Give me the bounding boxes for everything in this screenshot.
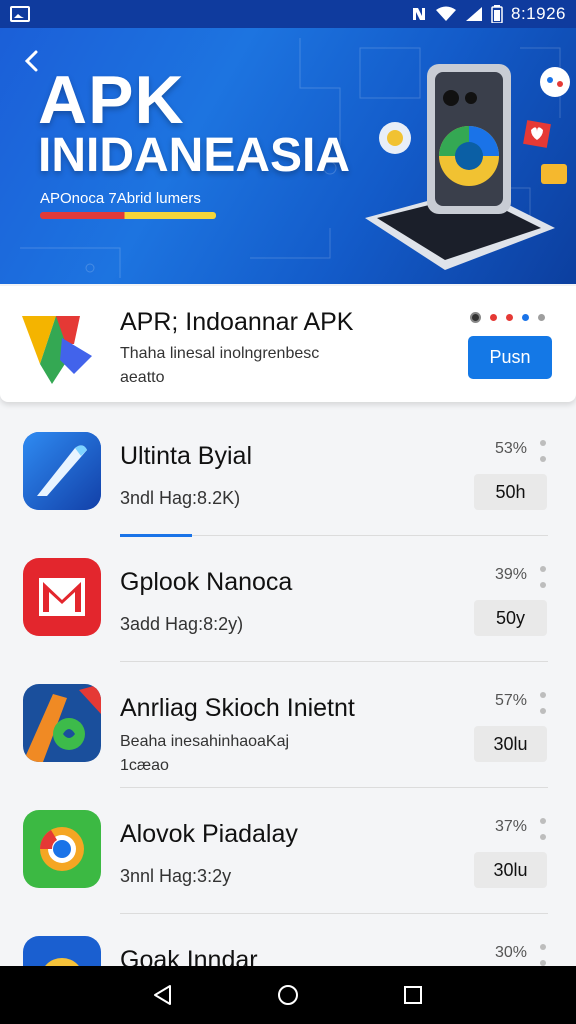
battery-icon: [491, 5, 503, 23]
list-item[interactable]: Ultinta Byial 3ndl Hag:8.2K) 53% 50h: [0, 410, 576, 537]
nav-recents-button[interactable]: [393, 975, 433, 1015]
size-button[interactable]: 50y: [474, 600, 547, 636]
carousel-dot[interactable]: [538, 314, 545, 321]
size-button[interactable]: 30lu: [474, 726, 547, 762]
list-item[interactable]: Alovok Piadalay 3nnl Hag:3:2y 37% 30lu: [0, 788, 576, 914]
hero-banner: APK INIDANEASIA APOnoca 7Abrid lumers: [0, 28, 576, 284]
nav-back-button[interactable]: [143, 975, 183, 1015]
featured-description: Thaha linesal inolngrenbesc aeatto: [120, 342, 350, 390]
app-meta: 3nnl Hag:3:2y: [120, 866, 232, 886]
carousel-dot[interactable]: [522, 314, 529, 321]
nfc-icon: [413, 8, 425, 20]
featured-title: APR; Indoannar APK: [120, 308, 354, 336]
nav-home-button[interactable]: [268, 975, 308, 1015]
app-meta: 3ndl Hag:8.2K): [120, 488, 241, 508]
app-name: Anrliag Skioch Inietnt: [120, 694, 355, 722]
apk-logo-icon: [22, 316, 92, 384]
featured-description-line1: Thaha linesal inolngrenbesc: [120, 345, 320, 362]
featured-description-line2: aeatto: [120, 369, 165, 386]
more-options-icon[interactable]: [538, 692, 548, 714]
more-options-icon[interactable]: [538, 818, 548, 840]
back-triangle-icon: [153, 985, 171, 1005]
carousel-dots[interactable]: [470, 312, 545, 323]
art-brush-icon: [23, 684, 101, 762]
app-percent: 57%: [495, 692, 528, 709]
hero-title-line2: INIDANEASIA: [38, 129, 351, 182]
hero-subtitle: APOnoca 7Abrid lumers: [40, 190, 201, 207]
navigation-bar: [0, 966, 576, 1024]
recents-square-icon: [404, 986, 423, 1004]
chrome-like-icon: [23, 810, 101, 888]
wifi-icon: [436, 6, 456, 21]
home-circle-icon: [277, 985, 298, 1005]
mail-logo-icon: [23, 558, 101, 636]
app-meta: Beaha inesahinhaoaKaj 1cæao: [120, 730, 289, 778]
more-options-icon[interactable]: [538, 440, 548, 462]
carousel-dot[interactable]: [490, 314, 497, 321]
pen-stylus-icon: [23, 432, 101, 510]
app-name: Gplook Nanoca: [120, 568, 293, 596]
list-item[interactable]: Anrliag Skioch Inietnt Beaha inesahinhao…: [0, 662, 576, 788]
carousel-dot[interactable]: [506, 314, 513, 321]
featured-app-card[interactable]: APR; Indoannar APK Thaha linesal inolngr…: [0, 286, 576, 402]
more-options-icon[interactable]: [538, 944, 548, 966]
app-percent: 39%: [495, 566, 528, 583]
app-meta: 3add Hag:8:2y): [120, 614, 244, 634]
app-percent: 30%: [495, 944, 528, 961]
status-bar: 8:1926: [0, 0, 576, 28]
app-percent: 37%: [495, 818, 528, 835]
size-button[interactable]: 50h: [474, 474, 547, 510]
app-name: Alovok Piadalay: [120, 820, 298, 848]
hero-title: APK: [38, 62, 185, 138]
app-name: Ultinta Byial: [120, 442, 252, 470]
list-item[interactable]: Gplook Nanoca 3add Hag:8:2y) 39% 50y: [0, 536, 576, 662]
clock: 8:1926: [511, 4, 566, 23]
push-button[interactable]: Pusn: [468, 336, 552, 379]
app-meta-line2: 1cæao: [120, 757, 169, 774]
signal-icon: [466, 7, 482, 21]
size-button[interactable]: 30lu: [474, 852, 547, 888]
phone-illustration-icon: [365, 64, 570, 270]
hero-accent-bar: [40, 212, 216, 219]
more-options-icon[interactable]: [538, 566, 548, 588]
carousel-dot-active[interactable]: [470, 312, 481, 323]
app-percent: 53%: [495, 440, 528, 457]
app-meta-line1: Beaha inesahinhaoaKaj: [120, 733, 290, 750]
image-icon: [10, 6, 30, 22]
